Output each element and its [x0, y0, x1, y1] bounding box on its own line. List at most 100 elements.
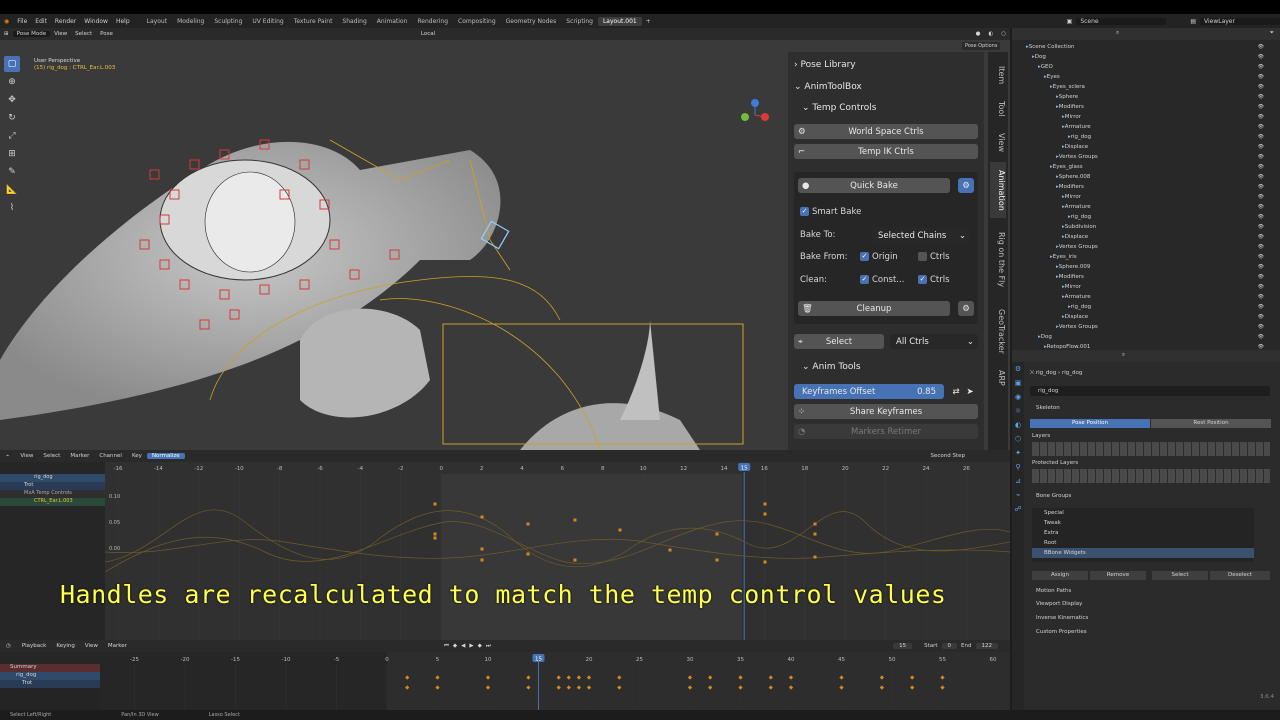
- offset-mode-icon[interactable]: ⇄: [950, 384, 962, 399]
- visibility-icon[interactable]: 👁: [1258, 114, 1264, 120]
- menu-view[interactable]: View: [50, 31, 71, 37]
- outliner-row[interactable]: ▸ Armature 👁: [1012, 122, 1280, 132]
- quick-bake-button[interactable]: ● Quick Bake: [798, 178, 950, 193]
- outliner-row[interactable]: ▸ Armature 👁: [1012, 202, 1280, 212]
- menu-file[interactable]: File: [13, 18, 31, 25]
- pose-position-button[interactable]: Pose Position: [1030, 419, 1150, 428]
- measure-icon[interactable]: 📐: [4, 182, 20, 198]
- bone-group-item[interactable]: Root: [1032, 538, 1254, 548]
- transform-orientation-selector[interactable]: Local: [417, 31, 439, 37]
- tab-rig-on-the-fly[interactable]: Rig on the Fly: [990, 224, 1006, 296]
- visibility-icon[interactable]: 👁: [1258, 194, 1264, 200]
- visibility-icon[interactable]: 👁: [1258, 204, 1264, 210]
- visibility-icon[interactable]: 👁: [1258, 134, 1264, 140]
- tab-layout[interactable]: Layout: [142, 17, 172, 26]
- outliner-row[interactable]: ▸ Vertex Groups 👁: [1012, 152, 1280, 162]
- graph-menu-view[interactable]: View: [15, 453, 38, 459]
- graph-menu-select[interactable]: Select: [38, 453, 65, 459]
- visibility-icon[interactable]: 👁: [1258, 314, 1264, 320]
- menu-select[interactable]: Select: [71, 31, 96, 37]
- outliner-row[interactable]: ▸ Sphere.009 👁: [1012, 262, 1280, 272]
- protected-layers-grid[interactable]: [1032, 469, 1270, 483]
- annotate-icon[interactable]: ✎: [4, 164, 20, 180]
- select-ctrls-button[interactable]: ⌖ Select: [794, 334, 884, 349]
- cursor-icon[interactable]: ⊕: [4, 74, 20, 90]
- armature-name-field[interactable]: rig_dog: [1030, 386, 1270, 396]
- editor-type-icon[interactable]: ⊞: [0, 31, 13, 37]
- rotate-icon[interactable]: ↻: [4, 110, 20, 126]
- transform-icon[interactable]: ⊞: [4, 146, 20, 162]
- timeline-menu-view[interactable]: View: [80, 643, 103, 649]
- menu-help[interactable]: Help: [112, 18, 134, 25]
- scale-icon[interactable]: ⤢: [4, 128, 20, 144]
- outliner-row[interactable]: ▸ GEO 👁: [1012, 62, 1280, 72]
- outliner-row[interactable]: ▸ Modifiers 👁: [1012, 182, 1280, 192]
- tab-item[interactable]: Item: [990, 60, 1006, 90]
- bone-layers-grid[interactable]: [1032, 442, 1270, 456]
- bake-from-origin-checkbox[interactable]: ✓ Origin: [860, 252, 898, 262]
- play-reverse-icon[interactable]: ◀: [459, 643, 467, 649]
- timeline-menu-keying[interactable]: Keying: [51, 643, 79, 649]
- outliner-row[interactable]: ▸ Mirror 👁: [1012, 112, 1280, 122]
- tab-tool[interactable]: Tool: [990, 96, 1006, 122]
- visibility-icon[interactable]: 👁: [1258, 174, 1264, 180]
- move-icon[interactable]: ✥: [4, 92, 20, 108]
- graph-editor[interactable]: ⌁ View Select Marker Channel Key Normali…: [0, 450, 1010, 640]
- blender-logo-icon[interactable]: ◉: [0, 18, 13, 25]
- menu-window[interactable]: Window: [80, 18, 112, 25]
- visibility-icon[interactable]: 👁: [1258, 254, 1264, 260]
- start-frame-field[interactable]: 0: [941, 643, 958, 649]
- outliner-row[interactable]: ▸ Armature 👁: [1012, 292, 1280, 302]
- assign-button[interactable]: Assign: [1032, 571, 1088, 580]
- bone-groups-header[interactable]: Bone Groups: [1036, 493, 1071, 499]
- outliner-row[interactable]: ▸ Sphere 👁: [1012, 92, 1280, 102]
- outliner-row[interactable]: ▸ Displace 👁: [1012, 142, 1280, 152]
- visibility-icon[interactable]: 👁: [1258, 334, 1264, 340]
- outliner-row[interactable]: ▸ Eyes 👁: [1012, 72, 1280, 82]
- offset-cursor-icon[interactable]: ➤: [964, 384, 976, 399]
- bone-group-item[interactable]: BBone Widgets: [1032, 548, 1254, 558]
- outliner-row[interactable]: ▸ Modifiers 👁: [1012, 272, 1280, 282]
- normalize-toggle[interactable]: Normalize: [146, 453, 185, 459]
- menu-pose[interactable]: Pose: [96, 31, 117, 37]
- visibility-icon[interactable]: 👁: [1258, 184, 1264, 190]
- jump-start-icon[interactable]: ⏮: [442, 643, 451, 650]
- bake-from-ctrls-checkbox[interactable]: Ctrls: [918, 252, 950, 262]
- search-icon[interactable]: ⌕: [1116, 30, 1119, 37]
- shading-rendered-icon[interactable]: ○: [997, 31, 1010, 37]
- clean-ctrls-checkbox[interactable]: ✓ Ctrls: [918, 275, 950, 285]
- pose-tool-icon[interactable]: ⌇: [4, 200, 20, 216]
- select-box-icon[interactable]: ▢: [4, 56, 20, 72]
- visibility-icon[interactable]: 👁: [1258, 94, 1264, 100]
- bake-to-dropdown[interactable]: Selected Chains ⌄: [872, 228, 970, 243]
- scene-selector[interactable]: Scene: [1076, 17, 1167, 25]
- cleanup-settings-icon[interactable]: ⚙: [958, 301, 974, 316]
- visibility-icon[interactable]: 👁: [1258, 244, 1264, 250]
- visibility-icon[interactable]: 👁: [1258, 274, 1264, 280]
- markers-retimer-button[interactable]: ◔ Markers Retimer: [794, 424, 978, 439]
- end-frame-field[interactable]: 122: [975, 643, 998, 649]
- custom-properties-header[interactable]: Custom Properties: [1036, 629, 1087, 635]
- channel-temp-controls[interactable]: MxA Temp Controls: [0, 490, 105, 498]
- menu-render[interactable]: Render: [51, 18, 80, 25]
- visibility-icon[interactable]: 👁: [1258, 284, 1264, 290]
- outliner-row[interactable]: ▸ Dog 👁: [1012, 52, 1280, 62]
- visibility-icon[interactable]: 👁: [1258, 44, 1264, 50]
- channel-rig-dog[interactable]: rig_dog: [0, 672, 100, 680]
- shading-solid-icon[interactable]: ●: [972, 31, 985, 37]
- timeline-menu-marker[interactable]: Marker: [103, 643, 132, 649]
- outliner-row[interactable]: ▸ Eyes_iris 👁: [1012, 252, 1280, 262]
- graph-menu-marker[interactable]: Marker: [65, 453, 94, 459]
- tab-layout-001[interactable]: Layout.001: [597, 16, 642, 26]
- visibility-icon[interactable]: 👁: [1258, 214, 1264, 220]
- search-icon[interactable]: ⌕: [1122, 352, 1125, 359]
- current-frame-field[interactable]: 15: [893, 643, 913, 649]
- tab-modeling[interactable]: Modeling: [172, 17, 209, 26]
- outliner-row[interactable]: ▸ rig_dog 👁: [1012, 302, 1280, 312]
- channel-rig-dog[interactable]: rig_dog: [0, 474, 105, 482]
- tab-sculpting[interactable]: Sculpting: [209, 17, 247, 26]
- bone-group-item[interactable]: Extra: [1032, 528, 1254, 538]
- outliner-row[interactable]: ▸ Mirror 👁: [1012, 282, 1280, 292]
- pose-library-header[interactable]: › Pose Library: [794, 57, 856, 73]
- remove-button[interactable]: Remove: [1090, 571, 1146, 580]
